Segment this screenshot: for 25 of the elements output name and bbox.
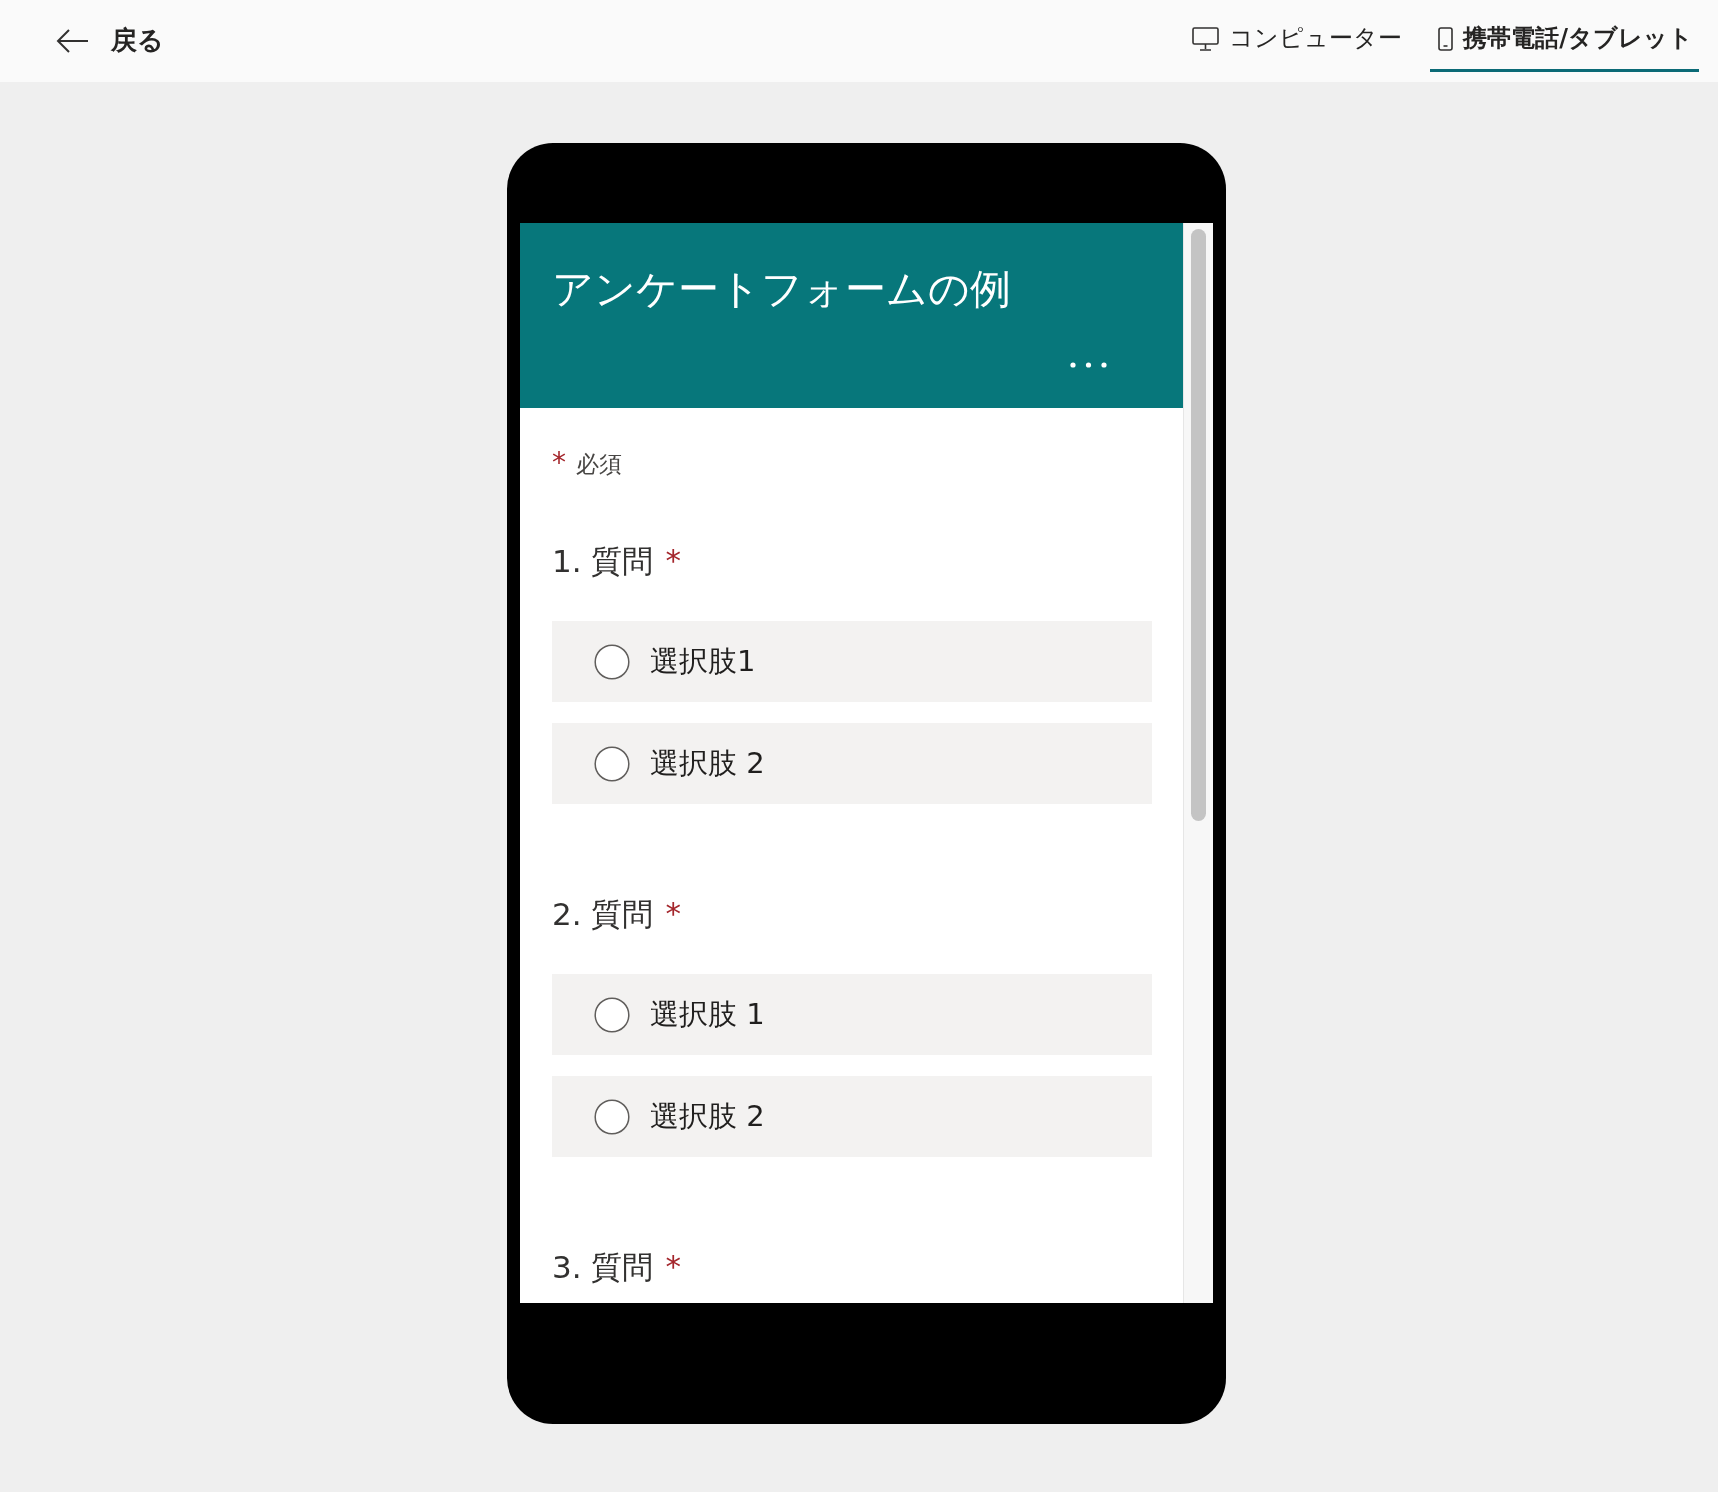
view-tab[interactable]: 携帯電話/タブレット bbox=[1430, 0, 1699, 72]
choice-option[interactable]: 選択肢1 bbox=[552, 621, 1152, 702]
phone-icon bbox=[1438, 26, 1454, 51]
question-title: 3. 質問 bbox=[552, 1248, 654, 1287]
required-label: 必須 bbox=[576, 450, 622, 479]
view-tab[interactable]: コンピューター bbox=[1184, 0, 1409, 72]
choice-option[interactable]: 選択肢 2 bbox=[552, 723, 1152, 804]
required-asterisk: * bbox=[665, 541, 681, 576]
required-asterisk: * bbox=[665, 894, 681, 929]
radio-button[interactable] bbox=[594, 996, 630, 1033]
scrollbar-thumb[interactable] bbox=[1191, 229, 1206, 821]
choice-option[interactable]: 選択肢 1 bbox=[552, 974, 1152, 1055]
question-title: 2. 質問 bbox=[552, 895, 654, 934]
radio-button[interactable] bbox=[594, 1098, 630, 1135]
back-button[interactable]: 戻る bbox=[52, 21, 168, 61]
choice-option[interactable]: 選択肢 2 bbox=[552, 1076, 1152, 1157]
more-options-icon[interactable] bbox=[1070, 362, 1107, 368]
monitor-icon bbox=[1192, 26, 1220, 51]
radio-button[interactable] bbox=[594, 745, 630, 782]
required-asterisk: * bbox=[665, 1247, 681, 1282]
required-asterisk: * bbox=[552, 449, 566, 477]
back-arrow-icon bbox=[56, 28, 89, 54]
form-title: アンケートフォームの例 bbox=[552, 265, 1012, 313]
question-title: 1. 質問 bbox=[552, 542, 654, 581]
radio-button[interactable] bbox=[594, 643, 630, 680]
